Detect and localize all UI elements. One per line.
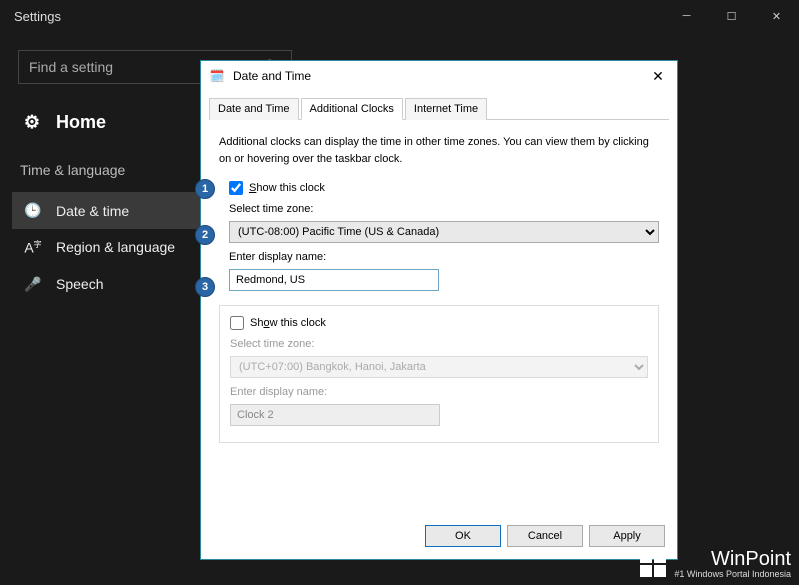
dialog-tabs: Date and Time Additional Clocks Internet…: [209, 97, 669, 120]
nav-label: Region & language: [56, 239, 175, 255]
timezone-1-label: Select time zone:: [229, 203, 313, 215]
watermark-name: WinPoint: [674, 549, 791, 569]
tab-internet-time[interactable]: Internet Time: [405, 98, 487, 120]
annotation-marker-1: 1: [195, 179, 215, 199]
show-clock-1-label: Show this clock: [249, 182, 325, 194]
cancel-button[interactable]: Cancel: [507, 525, 583, 547]
window-controls: ─ ☐ ✕: [664, 2, 799, 30]
maximize-button[interactable]: ☐: [709, 2, 754, 30]
show-clock-1-checkbox[interactable]: [229, 181, 243, 195]
gear-icon: ⚙: [20, 110, 44, 134]
home-label: Home: [56, 112, 106, 133]
microphone-icon: 🎤: [24, 276, 42, 293]
clock-1-block: 1 2 3 Show this clock Select time zone: …: [219, 181, 659, 291]
annotation-marker-2: 2: [195, 225, 215, 245]
help-text: Additional clocks can display the time i…: [219, 134, 659, 167]
show-clock-2-label: Show this clock: [250, 317, 326, 329]
displayname-2-label: Enter display name:: [230, 386, 327, 398]
timezone-2-select: (UTC+07:00) Bangkok, Hanoi, Jakarta: [230, 356, 648, 378]
clock-icon: 🕒: [24, 202, 42, 219]
ok-button[interactable]: OK: [425, 525, 501, 547]
timezone-2-label: Select time zone:: [230, 338, 314, 350]
timezone-1-select[interactable]: (UTC-08:00) Pacific Time (US & Canada): [229, 221, 659, 243]
annotation-marker-3: 3: [195, 277, 215, 297]
search-placeholder: Find a setting: [29, 59, 113, 75]
displayname-1-input[interactable]: [229, 269, 439, 291]
window-title: Settings: [14, 9, 61, 24]
watermark: WinPoint #1 Windows Portal Indonesia: [640, 549, 791, 579]
dialog-title: Date and Time: [233, 69, 639, 83]
clock-2-block: Show this clock Select time zone: (UTC+0…: [219, 305, 659, 443]
displayname-1-label: Enter display name:: [229, 251, 326, 263]
date-time-dialog: 🗓️ Date and Time ✕ Date and Time Additio…: [200, 60, 678, 560]
nav-label: Date & time: [56, 203, 129, 219]
apply-button[interactable]: Apply: [589, 525, 665, 547]
show-clock-2-checkbox[interactable]: [230, 316, 244, 330]
date-time-icon: 🗓️: [209, 68, 225, 84]
tab-content-additional-clocks: Additional clocks can display the time i…: [201, 120, 677, 463]
language-icon: A字: [24, 239, 42, 256]
displayname-2-input: [230, 404, 440, 426]
dialog-titlebar: 🗓️ Date and Time ✕: [201, 61, 677, 91]
watermark-sub: #1 Windows Portal Indonesia: [674, 569, 791, 579]
dialog-close-button[interactable]: ✕: [647, 68, 669, 85]
tab-date-and-time[interactable]: Date and Time: [209, 98, 299, 120]
tab-additional-clocks[interactable]: Additional Clocks: [301, 98, 403, 120]
nav-label: Speech: [56, 276, 103, 292]
close-button[interactable]: ✕: [754, 2, 799, 30]
minimize-button[interactable]: ─: [664, 2, 709, 30]
dialog-buttons: OK Cancel Apply: [425, 525, 665, 547]
windows-logo-icon: [640, 551, 666, 577]
